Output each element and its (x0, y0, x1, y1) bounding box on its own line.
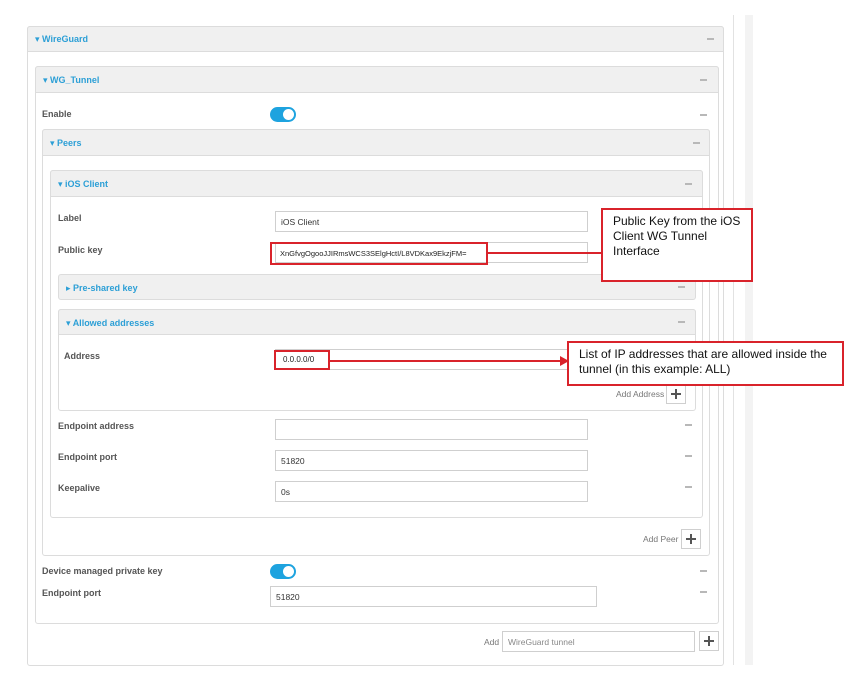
wireguard-title-text: WireGuard (42, 34, 88, 44)
peers-title-text: Peers (57, 138, 82, 148)
allowed-addresses-collapse-icon[interactable] (678, 321, 685, 323)
add-address-button[interactable] (666, 384, 686, 404)
allowed-addresses-title-text: Allowed addresses (72, 318, 155, 328)
enable-toggle[interactable] (270, 107, 296, 122)
add-peer-label: Add Peer (643, 534, 679, 544)
peer-endpoint-port-remove-icon[interactable] (685, 455, 692, 457)
wireguard-title[interactable]: ▾ WireGuard (35, 34, 88, 45)
page-scroll-track (745, 15, 753, 665)
device-key-toggle-knob (283, 566, 294, 577)
add-peer-button[interactable] (681, 529, 701, 549)
peer-endpoint-port-input[interactable]: 51820 (275, 450, 588, 471)
device-key-remove-icon[interactable] (700, 570, 707, 572)
endpoint-address-remove-icon[interactable] (685, 424, 692, 426)
keepalive-label: Keepalive (58, 483, 101, 493)
ios-client-header[interactable] (50, 170, 703, 197)
add-tunnel-input[interactable]: WireGuard tunnel (502, 631, 695, 652)
preshared-key-title[interactable]: ▸ Pre-shared key (66, 283, 138, 294)
wireguard-collapse-icon[interactable] (707, 38, 714, 40)
address-value: 0.0.0.0/0 (283, 355, 315, 364)
enable-toggle-knob (283, 109, 294, 120)
public-key-callout: Public Key from the iOS Client WG Tunnel… (601, 208, 753, 282)
endpoint-address-input[interactable] (275, 419, 588, 440)
peer-label-label: Label (58, 213, 82, 223)
peers-collapse-icon[interactable] (693, 142, 700, 144)
add-tunnel-label: Add (484, 637, 500, 647)
device-key-label: Device managed private key (42, 566, 163, 576)
page-edge-line (733, 15, 734, 665)
endpoint-address-label: Endpoint address (58, 421, 135, 431)
public-key-label: Public key (58, 245, 103, 255)
public-key-value: XnGfvgOgooJJIRmsWCS3SElgHctI/L8VDKax9Ekz… (280, 249, 467, 258)
public-key-connector (488, 252, 601, 254)
address-connector (330, 360, 562, 362)
wg-tunnel-title-text: WG_Tunnel (50, 75, 100, 85)
device-key-toggle[interactable] (270, 564, 296, 579)
ios-client-collapse-icon[interactable] (685, 183, 692, 185)
allowed-addresses-callout: List of IP addresses that are allowed in… (567, 341, 844, 386)
keepalive-input[interactable]: 0s (275, 481, 588, 502)
ios-client-title[interactable]: ▾ iOS Client (58, 179, 108, 190)
enable-remove-icon[interactable] (700, 114, 707, 116)
wg-tunnel-title[interactable]: ▾ WG_Tunnel (43, 75, 99, 86)
wireguard-header[interactable] (27, 26, 724, 52)
ios-client-title-text: iOS Client (65, 179, 109, 189)
peers-title[interactable]: ▾ Peers (50, 138, 82, 149)
wg-tunnel-collapse-icon[interactable] (700, 79, 707, 81)
preshared-key-title-text: Pre-shared key (73, 283, 138, 293)
add-address-label: Add Address (616, 389, 665, 399)
preshared-key-collapse-icon[interactable] (678, 286, 685, 288)
peer-endpoint-port-label: Endpoint port (58, 452, 117, 462)
allowed-addresses-title[interactable]: ▾ Allowed addresses (66, 318, 154, 329)
address-label: Address (64, 351, 101, 361)
tunnel-endpoint-port-remove-icon[interactable] (700, 591, 707, 593)
add-tunnel-button[interactable] (699, 631, 719, 651)
peers-header[interactable] (42, 129, 710, 156)
tunnel-endpoint-port-label: Endpoint port (42, 588, 101, 598)
wg-tunnel-header[interactable] (35, 66, 719, 93)
tunnel-endpoint-port-input[interactable]: 51820 (270, 586, 597, 607)
keepalive-remove-icon[interactable] (685, 486, 692, 488)
enable-label: Enable (42, 109, 72, 119)
peer-label-input[interactable]: iOS Client (275, 211, 588, 232)
